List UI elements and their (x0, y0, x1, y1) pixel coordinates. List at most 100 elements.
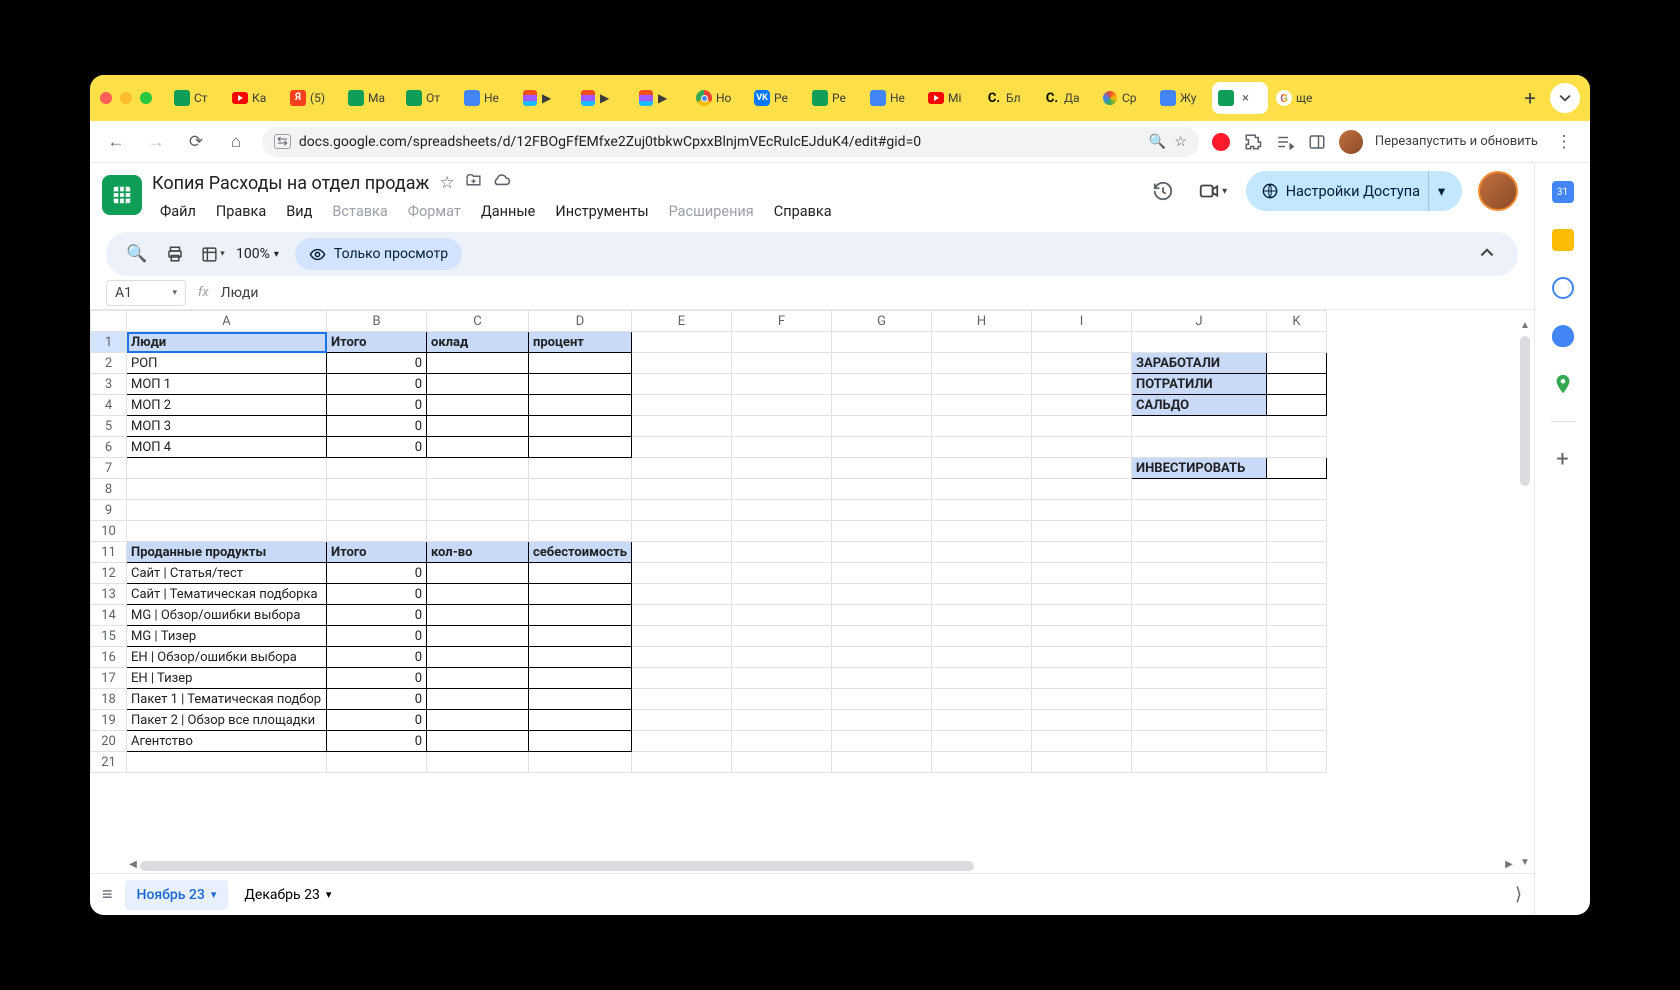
nav-reload[interactable]: ⟳ (182, 128, 210, 156)
cell-G13[interactable] (832, 584, 932, 605)
scroll-right-arrow[interactable]: ▶ (1502, 859, 1516, 873)
row-header[interactable]: 7 (91, 458, 127, 479)
cell-A3[interactable]: МОП 1 (127, 374, 327, 395)
cell-E2[interactable] (632, 353, 732, 374)
menu-вид[interactable]: Вид (278, 199, 320, 224)
cell-H20[interactable] (932, 731, 1032, 752)
cell-K12[interactable] (1267, 563, 1327, 584)
maximize-window[interactable] (140, 92, 152, 104)
cell-F5[interactable] (732, 416, 832, 437)
name-box[interactable]: A1 ▾ (106, 280, 186, 306)
cell-G19[interactable] (832, 710, 932, 731)
cell-H1[interactable] (932, 332, 1032, 353)
cell-E6[interactable] (632, 437, 732, 458)
cell-J20[interactable] (1132, 731, 1267, 752)
cell-K3[interactable] (1267, 374, 1327, 395)
cell-H9[interactable] (932, 500, 1032, 521)
cell-E14[interactable] (632, 605, 732, 626)
browser-tab[interactable]: ▶ (516, 82, 572, 114)
cell-E4[interactable] (632, 395, 732, 416)
cell-C18[interactable] (427, 689, 529, 710)
cell-K9[interactable] (1267, 500, 1327, 521)
cell-D19[interactable] (529, 710, 632, 731)
browser-tab[interactable]: ▶ (574, 82, 630, 114)
browser-tab[interactable]: Но (690, 82, 746, 114)
cell-I14[interactable] (1032, 605, 1132, 626)
cell-F8[interactable] (732, 479, 832, 500)
cell-D4[interactable] (529, 395, 632, 416)
cell-H13[interactable] (932, 584, 1032, 605)
cell-I21[interactable] (1032, 752, 1132, 773)
cell-G9[interactable] (832, 500, 932, 521)
browser-tab[interactable]: Не (864, 82, 920, 114)
cell-E9[interactable] (632, 500, 732, 521)
cell-E17[interactable] (632, 668, 732, 689)
cell-G4[interactable] (832, 395, 932, 416)
cell-A4[interactable]: МОП 2 (127, 395, 327, 416)
sheets-logo[interactable] (102, 175, 142, 215)
cell-C21[interactable] (427, 752, 529, 773)
cell-J17[interactable] (1132, 668, 1267, 689)
cell-C10[interactable] (427, 521, 529, 542)
cell-A12[interactable]: Сайт | Статья/тест (127, 563, 327, 584)
spreadsheet-grid[interactable]: ABCDEFGHIJK1ЛюдиИтогоокладпроцент2РОП0ЗА… (90, 310, 1534, 873)
cell-C12[interactable] (427, 563, 529, 584)
cell-A18[interactable]: Пакет 1 | Тематическая подбор (127, 689, 327, 710)
col-header-K[interactable]: K (1267, 311, 1327, 332)
cell-G2[interactable] (832, 353, 932, 374)
sheet-menu-icon[interactable]: ▾ (326, 888, 332, 901)
row-header[interactable]: 16 (91, 647, 127, 668)
cell-J2[interactable]: ЗАРАБОТАЛИ (1132, 353, 1267, 374)
horizontal-scrollbar[interactable]: ◀ ▶ (126, 859, 1516, 873)
row-header[interactable]: 11 (91, 542, 127, 563)
col-header-E[interactable]: E (632, 311, 732, 332)
cell-H8[interactable] (932, 479, 1032, 500)
cell-I1[interactable] (1032, 332, 1132, 353)
cell-G7[interactable] (832, 458, 932, 479)
extension-playlist-icon[interactable] (1275, 132, 1295, 152)
cell-C14[interactable] (427, 605, 529, 626)
cell-F14[interactable] (732, 605, 832, 626)
cell-H15[interactable] (932, 626, 1032, 647)
nav-home[interactable]: ⌂ (222, 128, 250, 156)
cell-B18[interactable]: 0 (327, 689, 427, 710)
col-header-G[interactable]: G (832, 311, 932, 332)
cell-H3[interactable] (932, 374, 1032, 395)
cell-D18[interactable] (529, 689, 632, 710)
cell-A6[interactable]: МОП 4 (127, 437, 327, 458)
cell-B5[interactable]: 0 (327, 416, 427, 437)
col-header-B[interactable]: B (327, 311, 427, 332)
cell-F15[interactable] (732, 626, 832, 647)
cell-F18[interactable] (732, 689, 832, 710)
cell-C20[interactable] (427, 731, 529, 752)
cell-J15[interactable] (1132, 626, 1267, 647)
cell-A9[interactable] (127, 500, 327, 521)
cell-D3[interactable] (529, 374, 632, 395)
cell-F19[interactable] (732, 710, 832, 731)
cell-E19[interactable] (632, 710, 732, 731)
col-header-H[interactable]: H (932, 311, 1032, 332)
cell-G6[interactable] (832, 437, 932, 458)
cell-B17[interactable]: 0 (327, 668, 427, 689)
cell-F16[interactable] (732, 647, 832, 668)
cloud-status-icon[interactable] (492, 171, 511, 195)
cell-D5[interactable] (529, 416, 632, 437)
browser-tab[interactable]: Не (458, 82, 514, 114)
cell-C7[interactable] (427, 458, 529, 479)
cell-A15[interactable]: MG | Тизер (127, 626, 327, 647)
col-header-F[interactable]: F (732, 311, 832, 332)
cell-A17[interactable]: ЕН | Тизер (127, 668, 327, 689)
keep-addon-icon[interactable] (1552, 229, 1574, 251)
collapse-toolbar-icon[interactable] (1472, 239, 1502, 269)
cell-H21[interactable] (932, 752, 1032, 773)
share-button[interactable]: Настройки Доступа ▾ (1246, 171, 1462, 211)
cell-G15[interactable] (832, 626, 932, 647)
cell-E7[interactable] (632, 458, 732, 479)
cell-E5[interactable] (632, 416, 732, 437)
cell-B7[interactable] (327, 458, 427, 479)
cell-D12[interactable] (529, 563, 632, 584)
cell-G16[interactable] (832, 647, 932, 668)
scroll-thumb-h[interactable] (140, 861, 974, 871)
browser-tab[interactable]: VKРе (748, 82, 804, 114)
cell-C9[interactable] (427, 500, 529, 521)
